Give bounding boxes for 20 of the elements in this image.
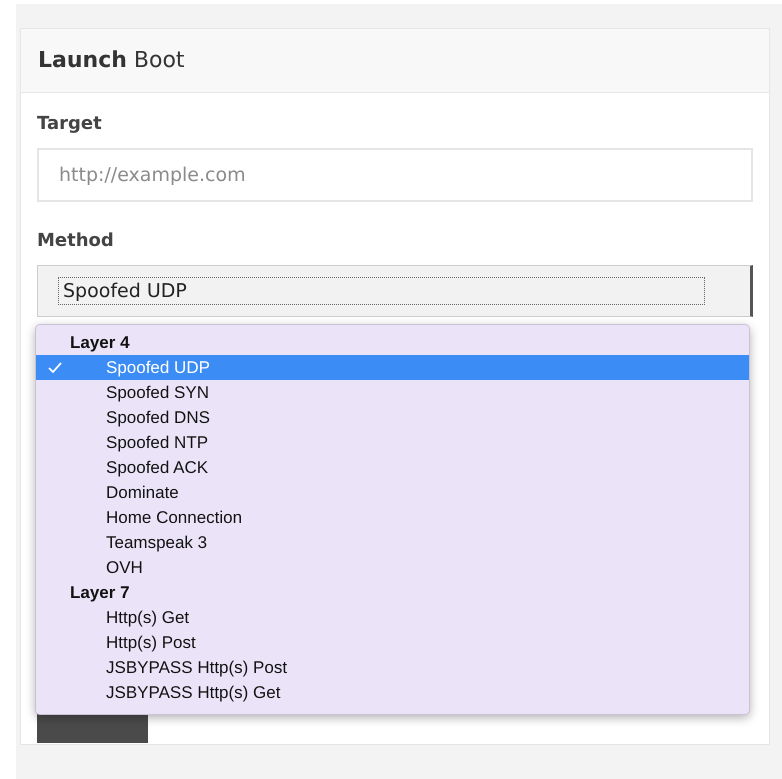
menu-option[interactable]: Http(s) Post [36,630,749,655]
menu-option[interactable]: Spoofed SYN [36,380,749,405]
menu-option[interactable]: Spoofed ACK [36,455,749,480]
menu-option[interactable]: JSBYPASS Http(s) Post [36,655,749,680]
menu-option[interactable]: Spoofed NTP [36,430,749,455]
panel-title: Launch Boot [38,48,185,73]
menu-option[interactable]: Home Connection [36,505,749,530]
option-group-label: Layer 7 [69,582,131,604]
checkmark-icon [48,362,62,373]
menu-option[interactable]: Http(s) Get [36,605,749,630]
menu-option[interactable]: Dominate [36,480,749,505]
field-label: Method [37,230,115,251]
field-label: Target [37,113,103,134]
menu-option[interactable]: Teamspeak 3 [36,530,749,555]
menu-option[interactable]: Spoofed DNS [36,405,749,430]
option-group-label: Layer 4 [69,332,131,354]
menu-option[interactable]: OVH [36,555,749,580]
target-field[interactable]: http://example.com [37,148,753,202]
menu-option[interactable]: JSBYPASS Http(s) Get [36,680,749,705]
method-select[interactable]: Spoofed UDP [37,265,753,317]
